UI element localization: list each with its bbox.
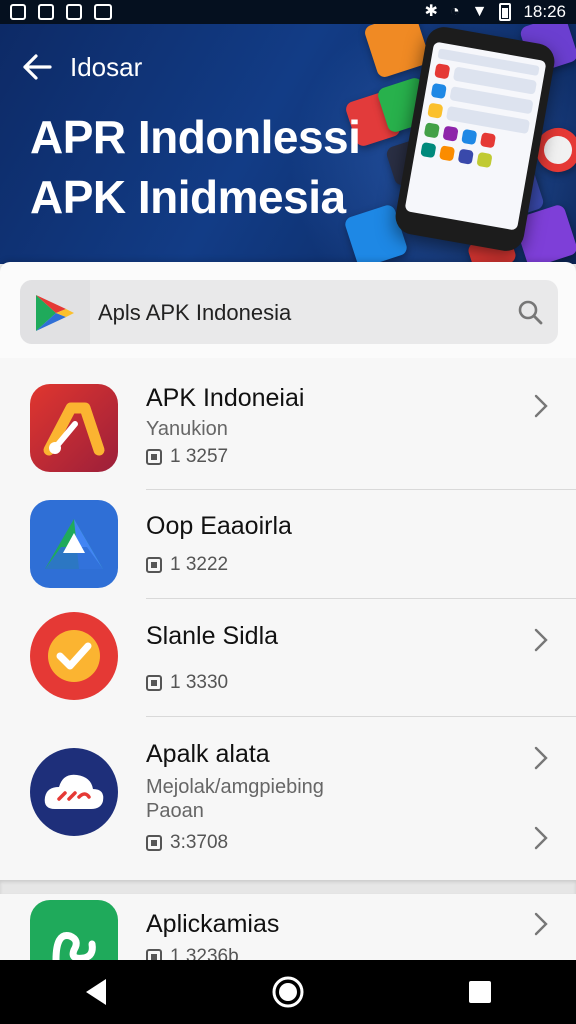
camera-icon [94,4,112,20]
banner-title-line-2: APK Inidmesia [30,171,346,223]
square-recents-icon [469,981,491,1003]
chevron-right-icon [534,394,548,418]
app-meta-value: 1 3257 [170,446,229,467]
app-subtitle: Mejolak/amgpiebing [146,776,324,798]
banner-title-line-1: APR Indonlessi [30,111,361,163]
app-meta: 3:3708 [146,832,228,854]
download-icon [38,4,54,20]
app-name: Slanle Sidla [146,622,279,650]
download-count-icon [146,835,162,851]
app-meta-value: 1 3222 [170,554,229,575]
list-item[interactable]: Oop Eaaoirla 1 3222 [0,490,576,599]
header-banner: Idosar APR Indonlessi APK Inidmesia [0,24,576,264]
orange-check-app-icon [30,612,118,700]
chevron-right-icon [534,826,548,850]
app-meta: 1 3257 [146,446,228,468]
system-nav-bar [0,960,576,1024]
app-name: Oop Eaaoirla [146,512,292,540]
app-meta-value: 1 3330 [170,672,229,693]
search-icon[interactable] [516,298,544,326]
chevron-right-icon [534,628,548,652]
alarm-icon: ◔ [449,3,460,20]
app-subtitle: Yanukion [146,418,228,440]
blue-triangle-app-icon [30,500,118,588]
app-meta: 1 3222 [146,554,228,576]
play-store-logo-icon [20,280,90,344]
search-card: Apls APK Indonesia [0,262,576,358]
battery-icon [499,3,512,21]
search-query: Apls APK Indonesia [98,300,292,325]
list-item[interactable]: Apalk alata Mejolak/amgpiebing Paoan 3:3… [0,716,576,880]
sim-icon [66,4,82,20]
app-name: Aplickamias [146,910,280,938]
nav-recents-button[interactable] [460,972,500,1012]
chevron-right-icon [534,912,548,936]
wifi-icon: ▼ [471,3,488,20]
app-meta: 1 3330 [146,672,228,694]
nav-home-button[interactable] [268,972,308,1012]
chevron-right-icon [534,746,548,770]
list-item[interactable]: Slanle Sidla 1 3330 [0,598,576,717]
app-name: APK Indoneiai [146,384,305,412]
bluetooth-icon: ✱ [424,3,438,20]
list-item[interactable]: APK Indoneiai Yanukion 1 3257 [0,358,576,490]
list-item[interactable]: Aplickamias 1 3236b [0,894,576,988]
app-name: Apalk alata [146,740,270,768]
status-bar: ✱ ◔ ▼ 18:26 [0,0,576,24]
download-count-icon [146,449,162,465]
search-input[interactable]: Apls APK Indonesia [20,280,558,344]
circle-home-icon [272,976,304,1008]
cloud-app-icon [30,748,118,836]
download-count-icon [146,675,162,691]
nav-back-button[interactable] [76,972,116,1012]
notification-icon [10,4,26,20]
triangle-back-icon [86,979,106,1005]
back-arrow-icon[interactable] [20,52,54,82]
app-meta-value: 3:3708 [170,832,229,853]
section-separator [0,880,576,894]
app-screen: ✱ ◔ ▼ 18:26 Idosar APR Indonlessi APK In… [0,0,576,1024]
download-count-icon [146,557,162,573]
app-subtitle-2: Paoan [146,800,204,822]
red-a-app-icon [30,384,118,472]
header-back-label: Idosar [70,52,143,82]
status-time: 18:26 [523,2,566,21]
app-list: APK Indoneiai Yanukion 1 3257 Oop Eaaoir… [0,358,576,988]
